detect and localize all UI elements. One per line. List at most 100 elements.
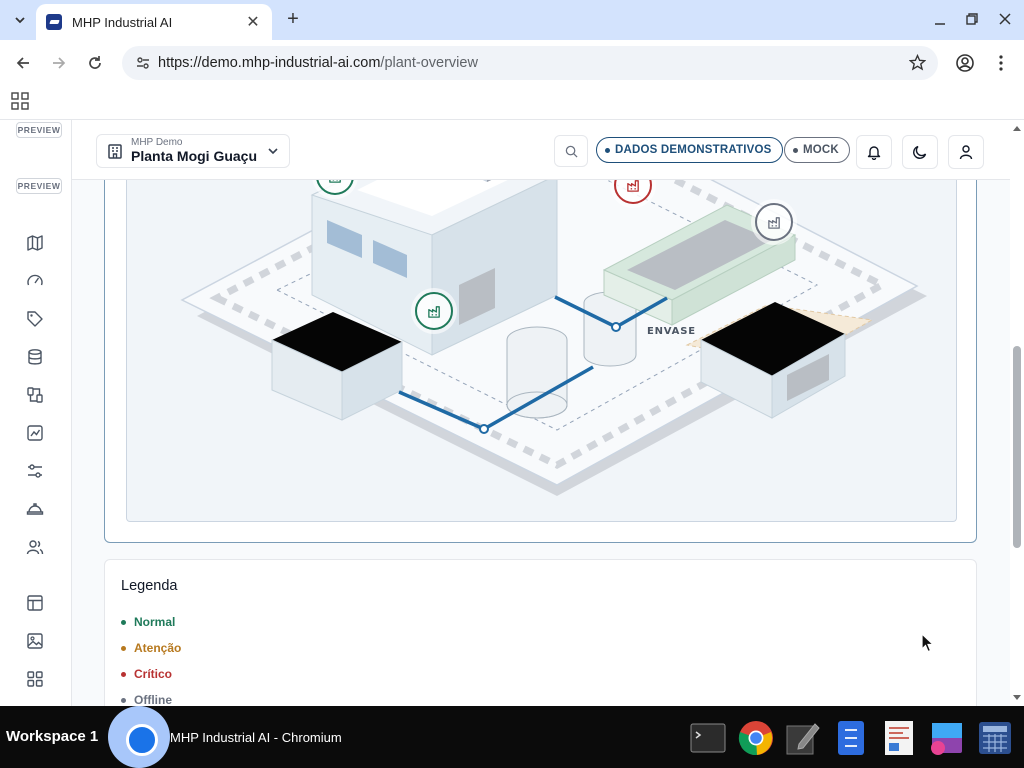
sidebar-item-tags[interactable] [24, 308, 46, 330]
forward-button[interactable] [47, 51, 71, 75]
map-icon [27, 235, 43, 251]
sliders-icon [28, 464, 42, 478]
sidebar-item-settings[interactable] [24, 460, 46, 482]
moon-icon [913, 145, 927, 159]
asset-marker-offline[interactable] [755, 203, 793, 241]
sidebar-item-map[interactable] [24, 232, 46, 254]
scroll-down-arrow[interactable] [1013, 695, 1021, 700]
mouse-cursor-icon [921, 633, 935, 653]
mock-label: MOCK [803, 144, 839, 156]
legend-item-normal: Normal [121, 615, 175, 629]
status-dot [121, 671, 126, 677]
new-tab-button[interactable]: + [282, 8, 304, 32]
chromium-icon[interactable] [108, 706, 170, 768]
url-path: /plant-overview [380, 55, 478, 71]
sidebar-item-data[interactable] [24, 346, 46, 368]
os-taskbar: Workspace 1 MHP Industrial AI - Chromium [0, 706, 1024, 768]
sidebar-item-users[interactable] [24, 536, 46, 558]
gauge-icon [27, 274, 43, 286]
sidebar-item-safety[interactable] [24, 498, 46, 520]
close-tab-icon[interactable]: ✕ [244, 12, 262, 32]
browser-toolbar: https://demo.mhp-industrial-ai.com/plant… [0, 40, 1024, 86]
mhp-favicon-icon [46, 14, 62, 30]
browser-tab[interactable]: MHP Industrial AI ✕ [36, 4, 272, 40]
tab-title: MHP Industrial AI [72, 14, 173, 30]
profile-icon[interactable] [955, 53, 975, 73]
legend-item-critical: Crítico [121, 667, 172, 681]
notifications-button[interactable] [856, 135, 892, 169]
search-icon [565, 145, 578, 158]
workspace-label[interactable]: Workspace 1 [6, 728, 98, 745]
scroll-up-arrow[interactable] [1013, 126, 1021, 131]
plant-illustration: ENVASE [180, 120, 927, 496]
image-icon [27, 633, 43, 649]
app-viewport: PREVIEW PREVIEW ENVASE Legenda Normal At… [0, 120, 1024, 706]
document-viewer-icon[interactable] [881, 720, 917, 756]
plant-isometric-map[interactable]: ENVASE [126, 120, 957, 522]
legend-label: Crítico [134, 667, 173, 681]
user-icon [959, 145, 973, 160]
plant-selector[interactable]: MHP Demo Planta Mogi Guaçu [96, 134, 290, 168]
browser-tab-bar: MHP Industrial AI ✕ + [0, 0, 1024, 40]
scrollbar-thumb[interactable] [1013, 346, 1021, 548]
tag-icon [27, 311, 43, 327]
asset-marker-normal[interactable] [415, 292, 453, 330]
sidebar-item-images[interactable] [24, 630, 46, 652]
search-button[interactable] [554, 135, 588, 167]
legend-label: Normal [134, 615, 176, 629]
address-bar[interactable]: https://demo.mhp-industrial-ai.com/plant… [122, 46, 938, 80]
theme-toggle-button[interactable] [902, 135, 938, 169]
reload-button[interactable] [83, 51, 107, 75]
demo-data-label: DADOS DEMONSTRATIVOS [615, 144, 772, 156]
user-menu-button[interactable] [948, 135, 984, 169]
active-window-title[interactable]: MHP Industrial AI - Chromium [170, 730, 342, 745]
image-viewer-icon[interactable] [929, 720, 965, 756]
org-name: MHP Demo [131, 137, 183, 148]
arrow-left-icon [16, 57, 29, 69]
url-host: https://demo.mhp-industrial-ai.com [158, 55, 381, 71]
status-dot [121, 697, 126, 703]
factory-icon [427, 305, 440, 318]
apps-grid-icon[interactable] [11, 92, 29, 110]
chevron-down-icon [268, 148, 278, 155]
flow-icon [27, 387, 43, 403]
factory-icon [767, 216, 780, 229]
legend-label: Offline [134, 693, 172, 706]
text-editor-icon[interactable] [785, 720, 821, 756]
minimize-icon[interactable] [934, 14, 946, 26]
file-manager-icon[interactable] [833, 720, 869, 756]
status-dot [121, 645, 126, 651]
more-menu-icon[interactable] [996, 54, 1006, 72]
back-button[interactable] [11, 51, 35, 75]
bookmarks-bar [0, 86, 1024, 120]
legend-card: Legenda Normal Atenção Crítico Offline [104, 559, 977, 706]
sidebar-item-analytics[interactable] [24, 422, 46, 444]
restore-icon[interactable] [966, 13, 978, 25]
terminal-icon[interactable] [690, 720, 726, 756]
sidebar-item-dashboard[interactable] [24, 270, 46, 292]
calculator-icon[interactable] [977, 720, 1013, 756]
sidebar-item-modules[interactable] [24, 668, 46, 690]
bell-icon [867, 146, 881, 160]
plant-name: Planta Mogi Guaçu [131, 148, 258, 164]
chrome-icon[interactable] [738, 720, 774, 756]
close-window-icon[interactable] [999, 13, 1011, 25]
sidebar-item-layouts[interactable] [24, 592, 46, 614]
arrow-right-icon [53, 57, 66, 69]
legend-label: Atenção [134, 641, 182, 655]
helmet-icon [26, 503, 44, 515]
site-info-icon[interactable] [128, 55, 158, 71]
building-icon [108, 144, 122, 159]
mock-badge: MOCK [784, 137, 850, 163]
app-header: MHP Demo Planta Mogi Guaçu DADOS DEMONST… [72, 120, 1010, 180]
legend-item-offline: Offline [121, 693, 172, 706]
page-scrollbar[interactable] [1010, 120, 1024, 706]
layout-icon [27, 595, 43, 611]
status-dot [121, 619, 126, 625]
status-dot [605, 147, 610, 153]
sidebar-item-flow[interactable] [24, 384, 46, 406]
users-icon [26, 540, 44, 555]
bookmark-star-icon[interactable] [909, 54, 926, 71]
tab-search-button[interactable] [6, 8, 34, 32]
preview-badge: PREVIEW [16, 178, 62, 194]
